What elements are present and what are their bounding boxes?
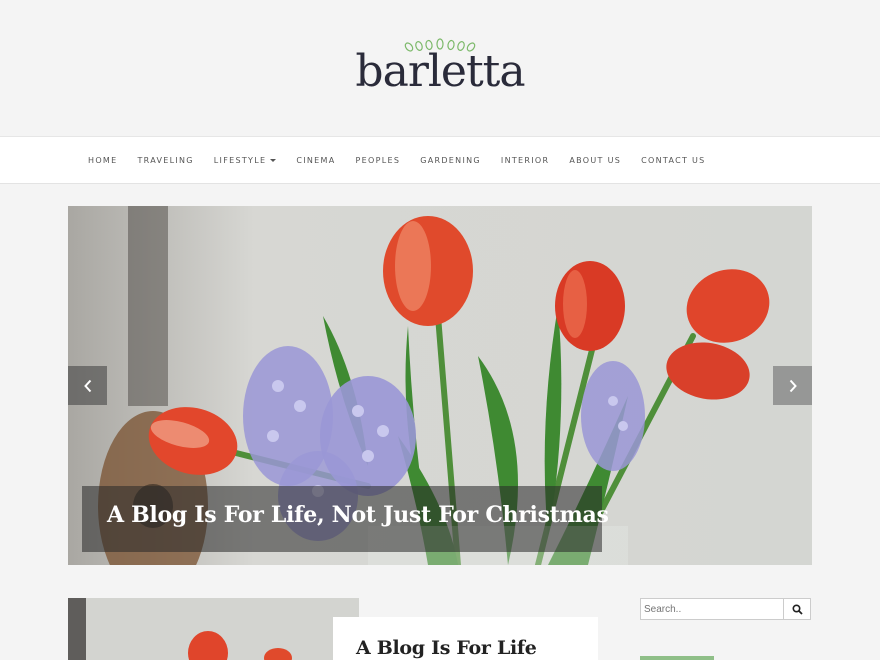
nav-item-contact-us[interactable]: CONTACT US <box>641 156 705 165</box>
nav-item-gardening[interactable]: GARDENING <box>420 156 481 165</box>
post-title[interactable]: A Blog Is For Life <box>356 637 537 659</box>
search-form <box>640 598 811 620</box>
main-nav: HOME TRAVELING LIFESTYLE CINEMA PEOPLES … <box>0 136 880 184</box>
slider-prev-button[interactable] <box>68 366 107 405</box>
logo-text: barletta <box>355 46 525 97</box>
featured-slider[interactable]: A Blog Is For Life, Not Just For Christm… <box>68 206 812 565</box>
post-card: A Blog Is For Life <box>333 617 598 660</box>
post-thumbnail[interactable] <box>68 598 359 660</box>
slider-next-button[interactable] <box>773 366 812 405</box>
nav-item-cinema[interactable]: CINEMA <box>296 156 335 165</box>
caret-down-icon <box>270 158 277 162</box>
slide-caption: A Blog Is For Life, Not Just For Christm… <box>82 486 609 552</box>
chevron-left-icon <box>83 379 91 392</box>
slide-title[interactable]: A Blog Is For Life, Not Just For Christm… <box>107 502 609 528</box>
search-icon <box>792 603 803 615</box>
nav-item-home[interactable]: HOME <box>88 156 117 165</box>
site-logo[interactable]: barletta <box>0 38 880 94</box>
widget-title-bar <box>640 656 714 660</box>
search-input[interactable] <box>640 598 785 620</box>
post-thumbnail-image <box>68 598 359 660</box>
nav-item-about-us[interactable]: ABOUT US <box>569 156 621 165</box>
nav-item-peoples[interactable]: PEOPLES <box>356 156 401 165</box>
search-button[interactable] <box>784 598 811 620</box>
nav-item-interior[interactable]: INTERIOR <box>501 156 549 165</box>
site-header: barletta <box>0 0 880 136</box>
nav-item-traveling[interactable]: TRAVELING <box>137 156 193 165</box>
nav-item-lifestyle[interactable]: LIFESTYLE <box>214 156 277 165</box>
chevron-right-icon <box>789 379 797 392</box>
